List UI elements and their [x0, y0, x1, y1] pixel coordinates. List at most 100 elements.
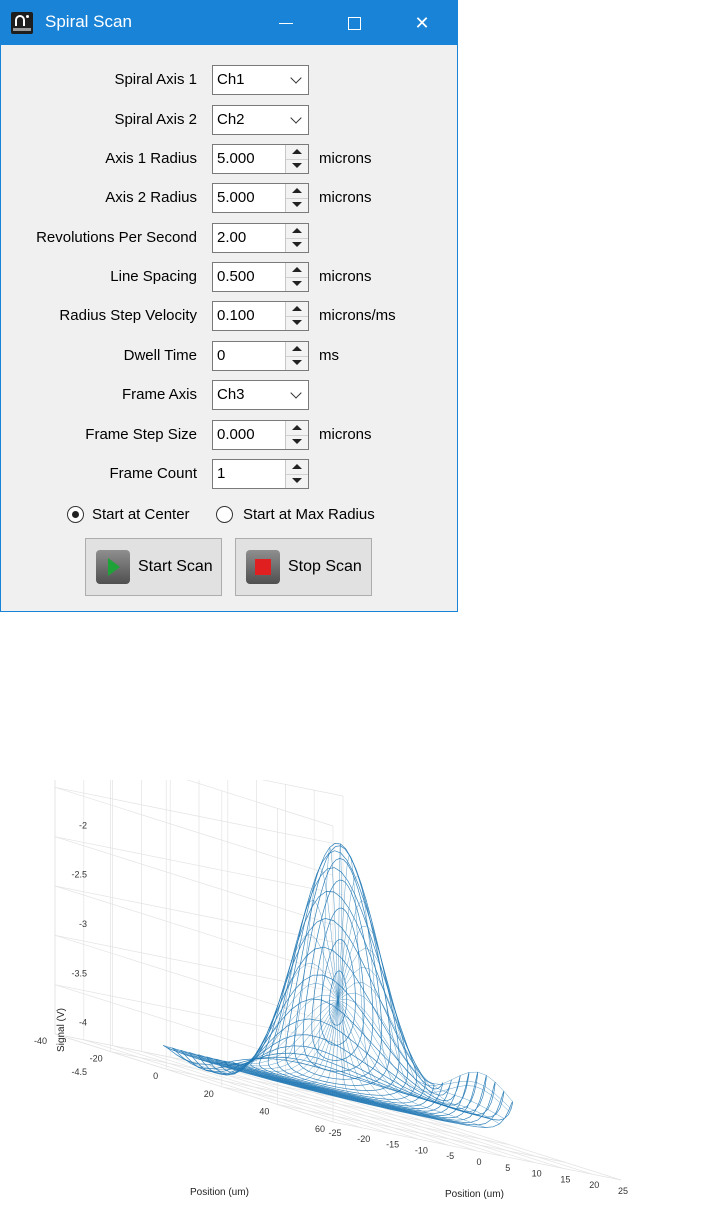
line-spacing-input[interactable]: 0.500 — [212, 262, 309, 292]
x-tick-label: -15 — [386, 1140, 399, 1150]
spinner-arrows-icon — [285, 460, 308, 488]
row-line-spacing: Line Spacing 0.500 microns — [1, 262, 457, 292]
spin-down-button[interactable] — [286, 474, 308, 488]
z-tick-label: -2.5 — [71, 870, 87, 880]
mesh-spoke — [337, 1000, 362, 1103]
spiral-axis-1-value: Ch1 — [217, 71, 245, 88]
radius-step-velocity-unit: microns/ms — [319, 307, 396, 324]
frame-axis-label: Frame Axis — [121, 386, 197, 403]
axis-1-radius-unit: microns — [319, 150, 372, 167]
axis-1-radius-input[interactable]: 5.000 — [212, 144, 309, 174]
minimize-icon — [279, 22, 293, 24]
x-tick-label: 10 — [532, 1169, 542, 1179]
frame-step-size-value: 0.000 — [217, 426, 255, 443]
spin-down-button[interactable] — [286, 198, 308, 212]
spin-down-button[interactable] — [286, 159, 308, 173]
spiral-axis-1-select[interactable]: Ch1 — [212, 65, 309, 95]
row-spiral-axis-2: Spiral Axis 2 Ch2 — [1, 105, 457, 135]
spin-down-button[interactable] — [286, 316, 308, 330]
dwell-time-input[interactable]: 0 — [212, 341, 309, 371]
maximize-button[interactable] — [331, 1, 377, 45]
axis-1-radius-value: 5.000 — [217, 150, 255, 167]
spinner-arrows-icon — [285, 145, 308, 173]
spiral-axis-1-label: Spiral Axis 1 — [114, 71, 197, 88]
frame-count-label: Frame Count — [109, 465, 197, 482]
start-mode-group: Start at Center Start at Max Radius — [1, 504, 457, 526]
title-bar[interactable]: Spiral Scan ✕ — [1, 1, 457, 45]
x-tick-label: 25 — [618, 1186, 628, 1196]
axis-2-radius-label: Axis 2 Radius — [105, 189, 197, 206]
minimize-button[interactable] — [263, 1, 309, 45]
spin-up-button[interactable] — [286, 145, 308, 160]
x-tick-label: -20 — [357, 1134, 370, 1144]
grid-line — [332, 1121, 622, 1181]
row-spiral-axis-1: Spiral Axis 1 Ch1 — [1, 65, 457, 95]
spin-down-button[interactable] — [286, 238, 308, 252]
spinner-arrows-icon — [285, 302, 308, 330]
window-title: Spiral Scan — [45, 12, 132, 31]
spinner-arrows-icon — [285, 184, 308, 212]
spin-up-button[interactable] — [286, 184, 308, 199]
close-icon: ✕ — [414, 12, 430, 33]
grid-line — [83, 1039, 362, 1129]
stop-icon — [246, 550, 280, 584]
axis-2-radius-value: 5.000 — [217, 189, 255, 206]
start-at-center-radio[interactable] — [67, 506, 84, 523]
spin-up-button[interactable] — [286, 302, 308, 317]
start-scan-button[interactable]: Start Scan — [85, 538, 222, 596]
axis-2-radius-input[interactable]: 5.000 — [212, 183, 309, 213]
stop-scan-button[interactable]: Stop Scan — [235, 538, 372, 596]
z-tick-label: -1.5 — [71, 780, 87, 781]
chevron-down-icon — [290, 72, 302, 84]
grid-line — [186, 780, 334, 827]
frame-axis-select[interactable]: Ch3 — [212, 380, 309, 410]
revolutions-per-second-value: 2.00 — [217, 229, 247, 246]
app-logo-icon — [11, 12, 33, 34]
z-tick-label: -4 — [79, 1018, 87, 1028]
revolutions-per-second-input[interactable]: 2.00 — [212, 223, 309, 253]
close-button[interactable]: ✕ — [399, 1, 445, 45]
x-axis-label: Position (um) — [445, 1189, 504, 1200]
mesh-spoke — [337, 843, 346, 1076]
spinner-arrows-icon — [285, 224, 308, 252]
y-tick-label: 0 — [153, 1071, 158, 1081]
spiral-axis-2-select[interactable]: Ch2 — [212, 105, 309, 135]
axis-2-radius-unit: microns — [319, 189, 372, 206]
start-at-max-radius-radio[interactable] — [216, 506, 233, 523]
spin-down-button[interactable] — [286, 435, 308, 449]
plot-grid — [54, 780, 622, 1181]
radius-step-velocity-value: 0.100 — [217, 307, 255, 324]
x-tick-label: 5 — [505, 1163, 510, 1173]
revolutions-per-second-label: Revolutions Per Second — [36, 229, 197, 246]
row-revolutions-per-second: Revolutions Per Second 2.00 — [1, 223, 457, 253]
frame-step-size-input[interactable]: 0.000 — [212, 420, 309, 450]
line-spacing-label: Line Spacing — [110, 268, 197, 285]
spin-down-button[interactable] — [286, 356, 308, 370]
frame-step-size-label: Frame Step Size — [85, 426, 197, 443]
frame-step-size-unit: microns — [319, 426, 372, 443]
start-at-center-label[interactable]: Start at Center — [92, 506, 190, 523]
row-frame-count: Frame Count 1 — [1, 459, 457, 489]
spin-up-button[interactable] — [286, 421, 308, 436]
spin-up-button[interactable] — [286, 224, 308, 239]
radius-step-velocity-input[interactable]: 0.100 — [212, 301, 309, 331]
row-axis-1-radius: Axis 1 Radius 5.000 microns — [1, 144, 457, 174]
dwell-time-label: Dwell Time — [123, 347, 197, 364]
start-at-max-radius-label[interactable]: Start at Max Radius — [243, 506, 375, 523]
start-scan-label: Start Scan — [138, 558, 213, 575]
spin-up-button[interactable] — [286, 263, 308, 278]
spin-up-button[interactable] — [286, 460, 308, 475]
spinner-arrows-icon — [285, 263, 308, 291]
spin-down-button[interactable] — [286, 277, 308, 291]
z-tick-label: -3 — [79, 919, 87, 929]
y-tick-label: 40 — [259, 1106, 269, 1116]
x-tick-label: 0 — [476, 1157, 481, 1167]
z-tick-label: -3.5 — [71, 968, 87, 978]
row-dwell-time: Dwell Time 0 ms — [1, 341, 457, 371]
spin-up-button[interactable] — [286, 342, 308, 357]
frame-count-input[interactable]: 1 — [212, 459, 309, 489]
z-tick-label: -4.5 — [71, 1067, 87, 1077]
grid-line — [54, 786, 334, 876]
x-tick-label: 20 — [589, 1180, 599, 1190]
dwell-time-value: 0 — [217, 347, 226, 364]
